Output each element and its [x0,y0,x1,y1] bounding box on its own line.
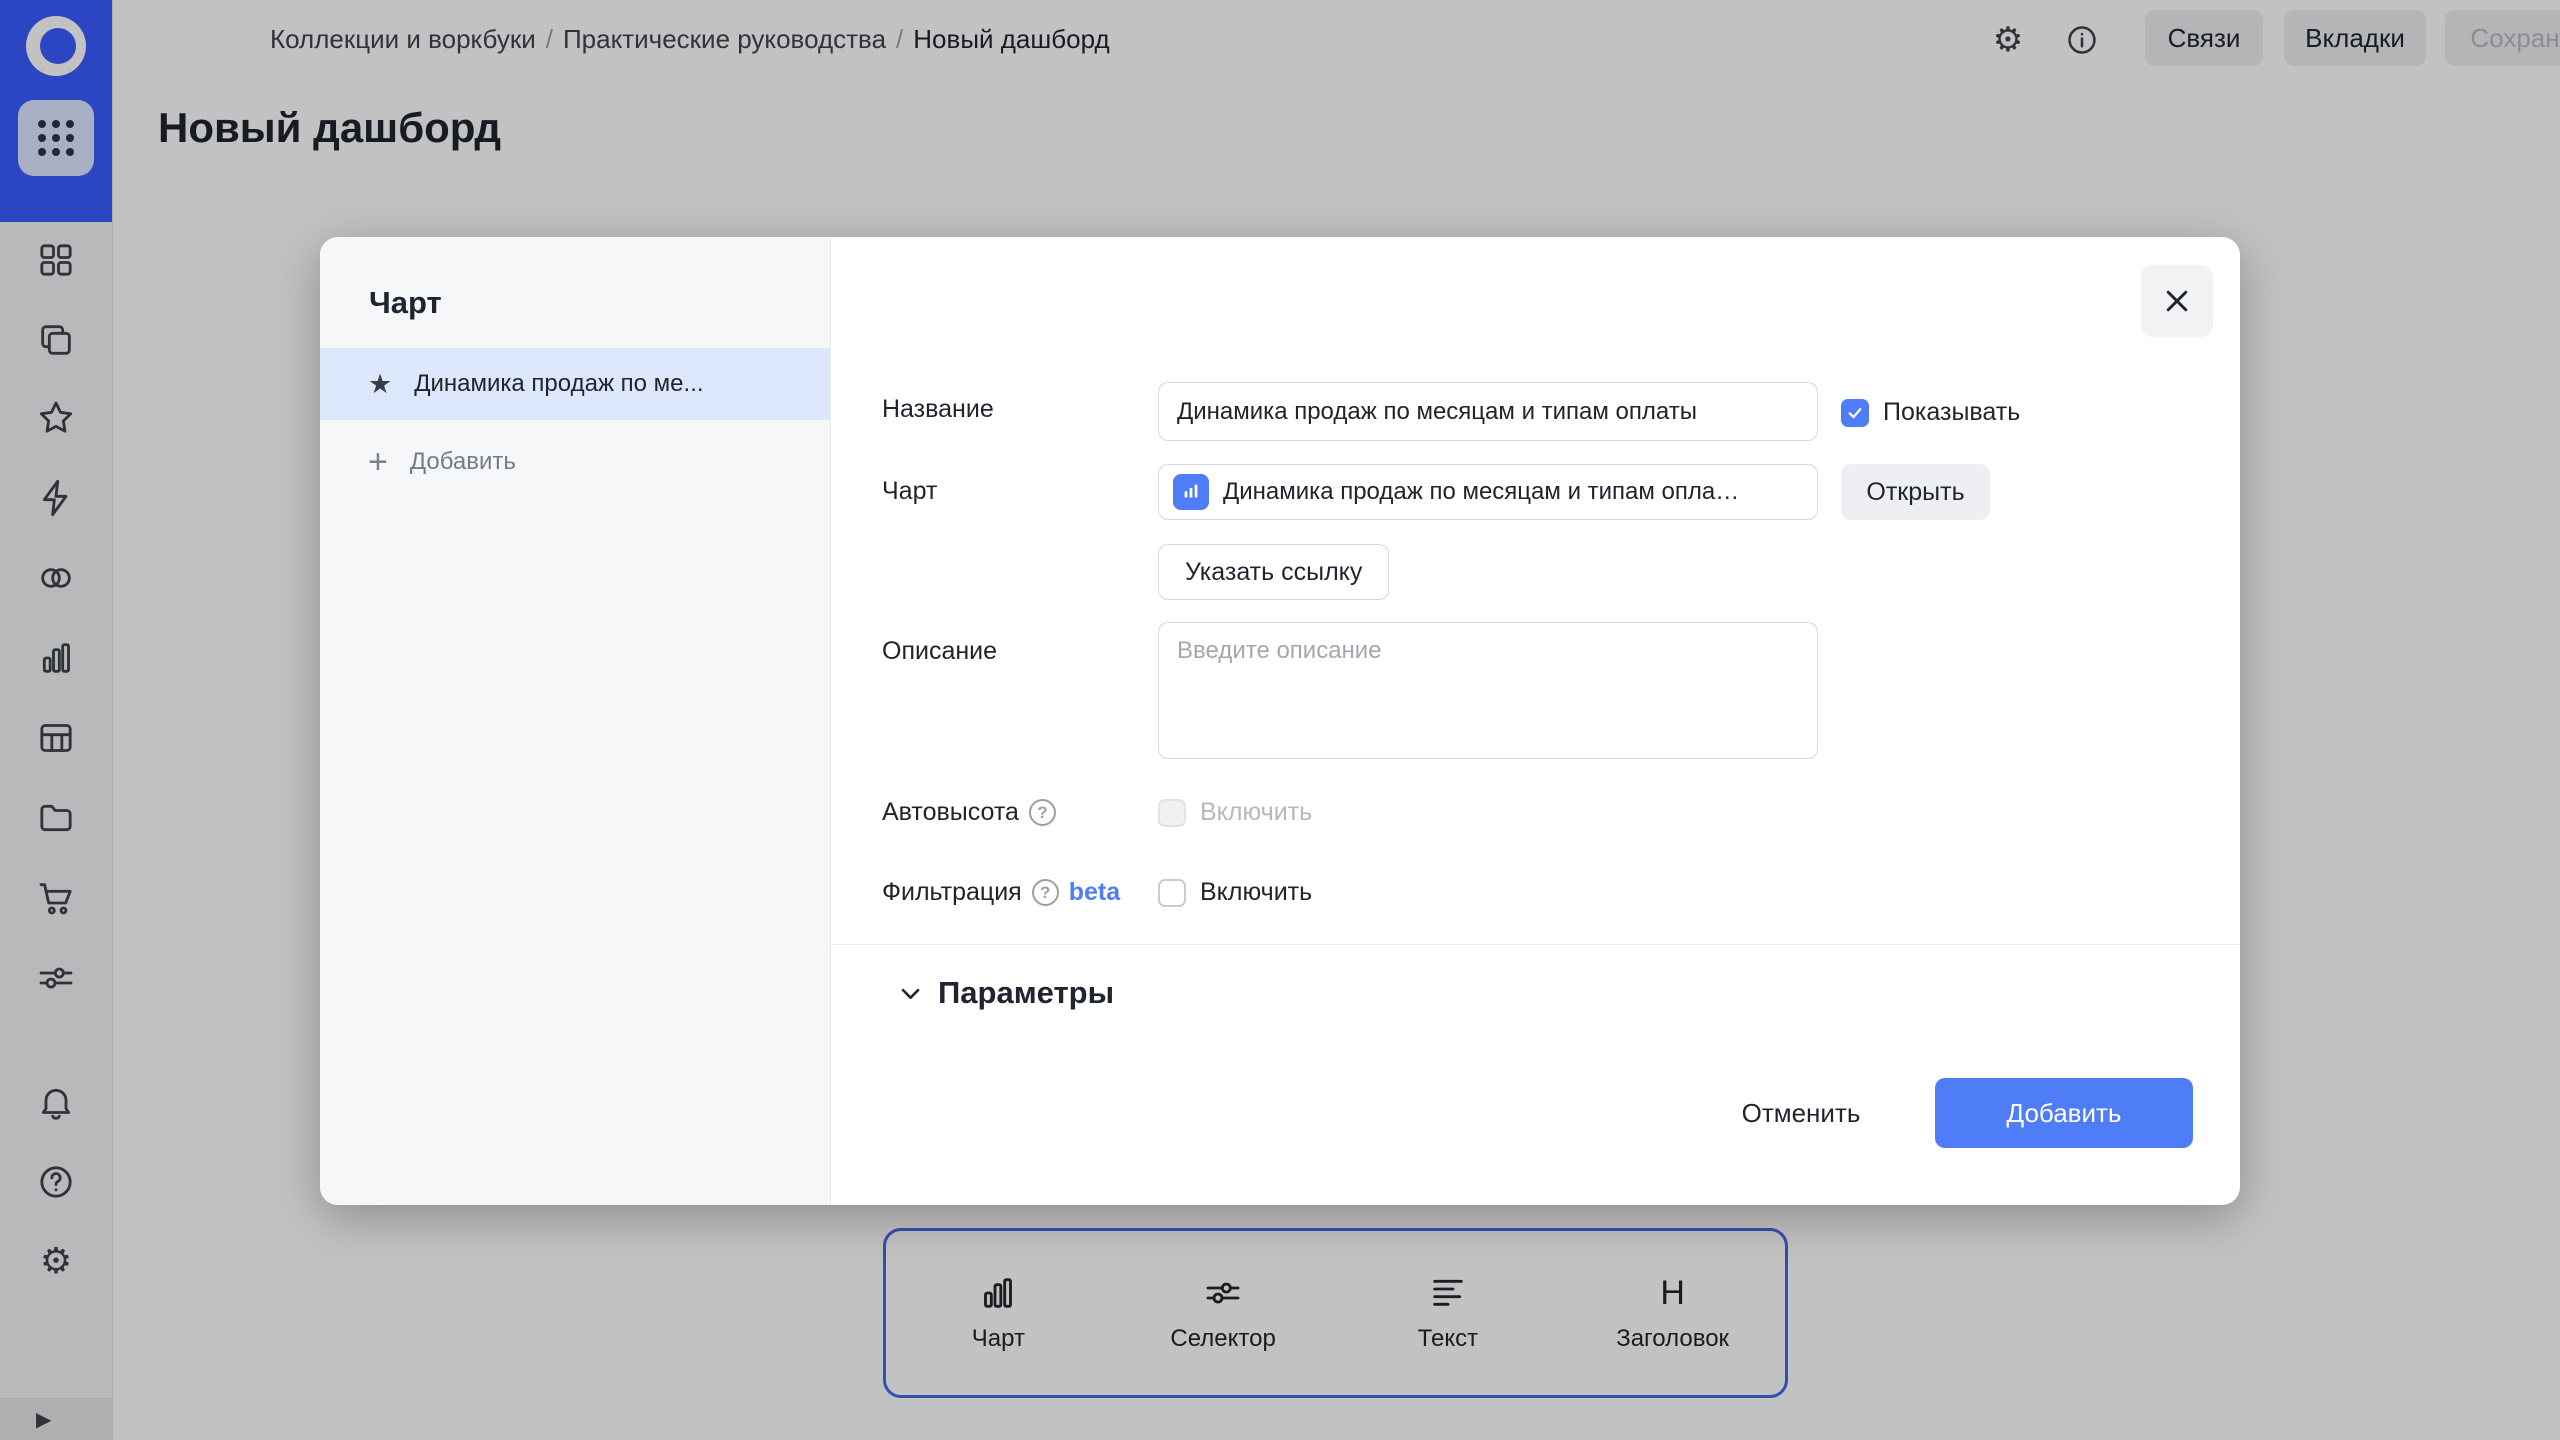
name-field-label: Название [882,395,994,423]
chart-list-item-selected[interactable]: ★ Динамика продаж по ме... [320,348,830,420]
dialog-left-panel: Чарт ★ Динамика продаж по ме... + Добави… [320,237,831,1205]
add-chart-button[interactable]: + Добавить [320,430,830,494]
filtering-checkbox-label: Включить [1200,878,1313,906]
show-checkbox-label: Показывать [1883,398,2021,426]
params-section-toggle[interactable]: Параметры [896,975,1114,1011]
name-input[interactable] [1158,382,1818,441]
chart-widget-dialog: Чарт ★ Динамика продаж по ме... + Добави… [320,237,2240,1205]
chevron-down-icon [901,988,920,999]
section-divider [830,944,2240,945]
filtering-help-icon[interactable]: ? [1031,879,1059,906]
autoheight-checkbox[interactable] [1158,798,1186,827]
plus-icon: + [368,443,388,481]
add-chart-label: Добавить [409,448,516,475]
chart-field-label: Чарт [882,477,938,505]
specify-link-button[interactable]: Указать ссылку [1158,544,1390,600]
close-icon [2166,290,2188,312]
autoheight-help-icon[interactable]: ? [1028,799,1056,826]
autoheight-checkbox-row: Включить [1158,798,1312,827]
beta-badge: beta [1068,878,1121,906]
open-chart-button[interactable]: Открыть [1841,464,1990,520]
params-section-label: Параметры [938,975,1115,1010]
filtering-checkbox[interactable] [1158,878,1186,907]
star-icon: ★ [368,368,393,399]
app-window: ⚙ ▶ Коллекции и воркбуки / Практические ру… [0,0,2560,1440]
panel-title: Чарт [369,285,442,320]
autoheight-field-label: Автовысота ? [882,798,1056,827]
description-field-label: Описание [882,637,998,665]
bar-chart-icon [1184,484,1198,498]
chart-list-item-label: Динамика продаж по ме... [414,370,704,397]
chart-picker-value: Динамика продаж по месяцам и типам опла… [1223,478,1740,505]
chart-picker-field[interactable]: Динамика продаж по месяцам и типам опла… [1158,464,1818,520]
autoheight-checkbox-label: Включить [1200,798,1313,826]
cancel-button[interactable]: Отменить [1716,1078,1886,1148]
show-checkbox-row: Показывать [1841,398,2020,427]
description-textarea[interactable] [1158,622,1818,759]
show-checkbox[interactable] [1841,398,1869,427]
check-icon [1848,407,1862,418]
close-dialog-button[interactable] [2141,265,2213,337]
filtering-field-label: Фильтрация ? beta [882,878,1121,906]
add-button[interactable]: Добавить [1935,1078,2193,1148]
filtering-checkbox-row: Включить [1158,878,1312,907]
chart-type-icon [1173,474,1209,510]
